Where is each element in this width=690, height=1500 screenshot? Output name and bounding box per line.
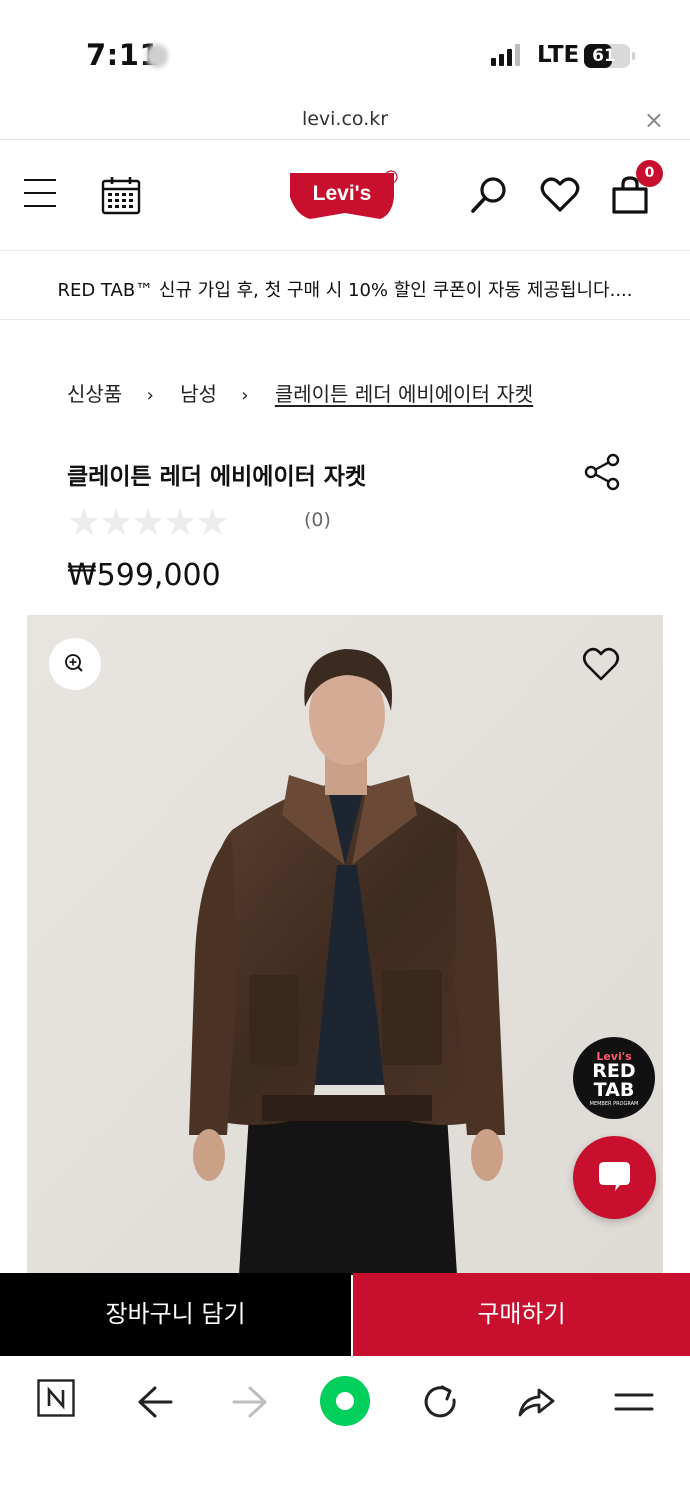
- star-icon: ★: [163, 500, 197, 544]
- status-blurred-indicator: [146, 44, 168, 68]
- product-photo: [27, 615, 663, 1275]
- product-image[interactable]: [27, 615, 663, 1275]
- signal-icon: [491, 44, 520, 66]
- network-type: LTE: [537, 42, 580, 68]
- cart-count-badge[interactable]: 0: [636, 160, 663, 187]
- refresh-icon[interactable]: [419, 1380, 463, 1424]
- breadcrumb-item-new[interactable]: 신상품: [67, 382, 122, 406]
- battery-nub: [632, 52, 635, 60]
- zoom-in-icon: [65, 654, 83, 672]
- product-price: ₩599,000: [67, 558, 221, 593]
- zoom-in-button[interactable]: [49, 638, 101, 690]
- rating-stars: ★★★★★: [67, 500, 229, 544]
- status-bar: 7:11 LTE 61: [0, 0, 690, 100]
- heart-icon[interactable]: [540, 175, 580, 215]
- close-icon[interactable]: ×: [644, 106, 664, 134]
- buy-now-button[interactable]: 구매하기: [353, 1273, 690, 1356]
- wishlist-heart-icon[interactable]: [581, 645, 621, 685]
- forward-arrow-icon[interactable]: [228, 1380, 272, 1424]
- breadcrumb: 신상품 › 남성 › 클레이튼 레더 에비에이터 자켓: [67, 378, 533, 407]
- svg-text:R: R: [388, 173, 394, 182]
- chat-button[interactable]: [573, 1136, 656, 1219]
- star-icon: ★: [99, 500, 133, 544]
- back-arrow-icon[interactable]: [133, 1380, 177, 1424]
- add-to-cart-button[interactable]: 장바구니 담기: [0, 1273, 351, 1356]
- star-icon: ★: [131, 500, 165, 544]
- menu-icon[interactable]: [612, 1380, 656, 1424]
- logo-text: Levi's: [313, 182, 372, 205]
- levis-logo[interactable]: Levi's R: [288, 169, 402, 223]
- browser-url-bar[interactable]: levi.co.kr ×: [0, 100, 690, 140]
- red-tab-subtitle: MEMBER PROGRAM: [589, 1101, 639, 1107]
- red-tab-badge[interactable]: Levi's RED TAB MEMBER PROGRAM: [573, 1037, 655, 1119]
- product-title: 클레이튼 레더 에비에이터 자켓: [67, 464, 367, 490]
- url-text[interactable]: levi.co.kr: [0, 108, 690, 130]
- share-icon[interactable]: [584, 453, 622, 491]
- calendar-icon[interactable]: [101, 175, 141, 215]
- naver-green-dot-icon[interactable]: [318, 1374, 372, 1428]
- browser-toolbar: [0, 1356, 690, 1500]
- review-count[interactable]: (0): [304, 509, 331, 531]
- red-tab-title: RED TAB: [592, 1060, 636, 1101]
- battery-level: 61: [592, 46, 616, 66]
- battery-icon: 61: [584, 44, 635, 68]
- breadcrumb-current[interactable]: 클레이튼 레더 에비에이터 자켓: [275, 382, 533, 406]
- promo-text[interactable]: RED TAB™ 신규 가입 후, 첫 구매 시 10% 할인 쿠폰이 자동 제…: [0, 276, 690, 302]
- breadcrumb-item-men[interactable]: 남성: [180, 382, 217, 406]
- share-arrow-icon[interactable]: [515, 1380, 559, 1424]
- naver-home-icon[interactable]: [37, 1379, 75, 1417]
- star-icon: ★: [67, 500, 101, 544]
- breadcrumb-separator: ›: [146, 385, 154, 406]
- chat-icon: [599, 1162, 630, 1191]
- star-icon: ★: [195, 500, 229, 544]
- promo-banner[interactable]: RED TAB™ 신규 가입 후, 첫 구매 시 10% 할인 쿠폰이 자동 제…: [0, 252, 690, 320]
- breadcrumb-separator: ›: [241, 385, 249, 406]
- search-icon[interactable]: [470, 175, 510, 215]
- hamburger-icon[interactable]: [24, 179, 56, 211]
- site-header: Levi's R: [0, 141, 690, 251]
